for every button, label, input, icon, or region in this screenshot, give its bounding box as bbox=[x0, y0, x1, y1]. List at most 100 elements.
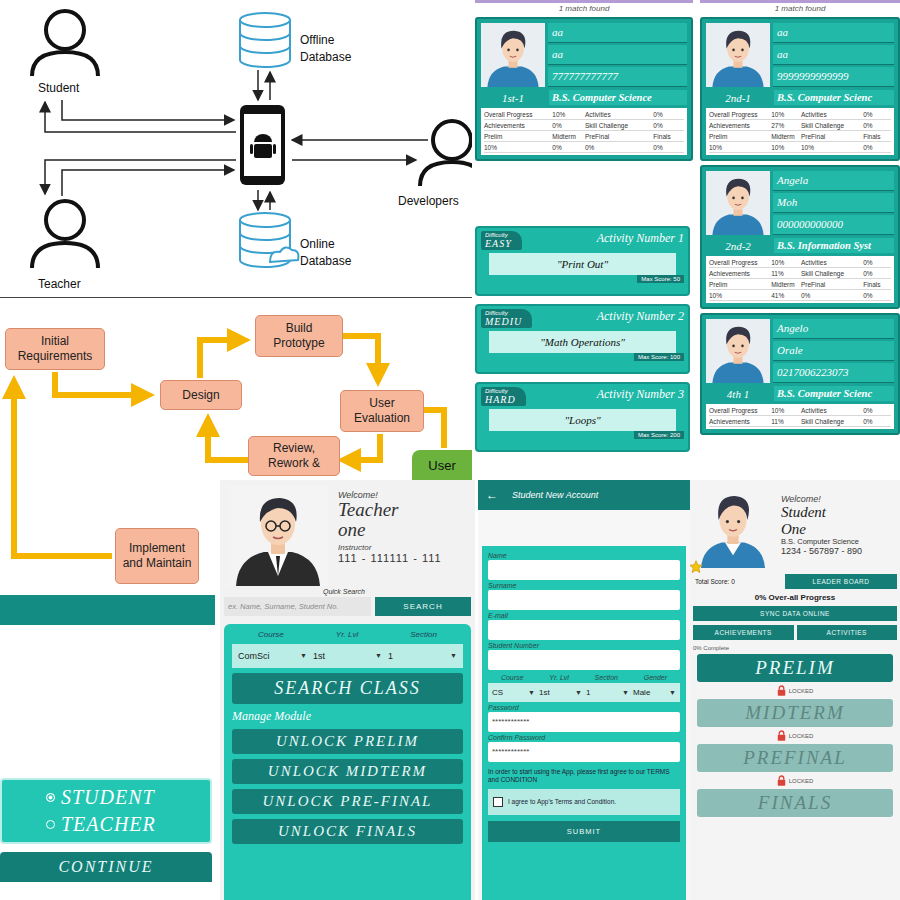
dropdown[interactable]: 1st▼ bbox=[539, 688, 582, 697]
field-label: Section bbox=[595, 674, 618, 681]
student-section: 2nd-1 bbox=[706, 92, 770, 104]
search-class-button[interactable]: SEARCH CLASS bbox=[232, 673, 463, 704]
field-label: Student Number bbox=[488, 642, 680, 649]
text-field[interactable] bbox=[488, 590, 680, 610]
submit-button[interactable]: SUBMIT bbox=[488, 821, 680, 842]
unlock-button[interactable]: UNLOCK PRELIM bbox=[232, 729, 463, 754]
agree-checkbox-row[interactable]: I agree to App's Terms and Condition. bbox=[488, 789, 680, 815]
student-id: 1234 - 567897 - 890 bbox=[781, 546, 862, 556]
teacher-first-name: Teacher bbox=[338, 500, 442, 520]
field-label: Password bbox=[488, 704, 680, 711]
unlock-button[interactable]: UNLOCK FINALS bbox=[232, 819, 463, 844]
activity-name: "Math Operations" bbox=[489, 331, 676, 353]
stat-row: 10%41%0%0% bbox=[709, 291, 891, 301]
account-form: NameSurnameE-mailStudent NumberCourseYr.… bbox=[482, 546, 686, 900]
role-radio[interactable]: STUDENT bbox=[46, 786, 166, 809]
radio-icon[interactable] bbox=[46, 793, 55, 802]
field-label: Gender bbox=[644, 674, 667, 681]
back-button[interactable]: ← bbox=[486, 488, 498, 502]
field-label: Name bbox=[488, 552, 680, 559]
student-name: Angelo bbox=[773, 319, 894, 339]
student-avatar-icon bbox=[693, 488, 773, 568]
field-label: E-mail bbox=[488, 612, 680, 619]
teacher-role: Instructor bbox=[338, 543, 442, 552]
student-number: 9999999999999 bbox=[773, 67, 894, 87]
dropdown[interactable]: CS▼ bbox=[492, 688, 535, 697]
password-field[interactable]: ************ bbox=[488, 712, 680, 732]
role-radio[interactable]: TEACHER bbox=[46, 813, 166, 836]
architecture-diagram: StudentTeacherDevelopersOffline Database… bbox=[0, 0, 472, 298]
activity-name: "Print Out" bbox=[489, 253, 676, 275]
lock-icon bbox=[777, 730, 786, 741]
field-label: Surname bbox=[488, 582, 680, 589]
activity-title: Activity Number 3 bbox=[532, 387, 684, 402]
teacher-last-name: one bbox=[338, 520, 442, 540]
student-number: 0217006223073 bbox=[773, 363, 894, 383]
module-button[interactable]: PRELIM bbox=[697, 654, 893, 682]
student-card[interactable]: aaaa99999999999992nd-1B.S. Computer Scie… bbox=[700, 17, 900, 161]
activity-card[interactable]: DifficultyEASYActivity Number 1"Print Ou… bbox=[475, 226, 690, 296]
activity-title: Activity Number 1 bbox=[528, 231, 684, 246]
checkbox[interactable] bbox=[493, 797, 503, 807]
manage-module-label: Manage Module bbox=[232, 709, 463, 724]
stat-row: 10%0%0%0% bbox=[484, 143, 684, 153]
module-button: PREFINAL bbox=[697, 744, 893, 772]
stat-row: Overall Progress10%Activities0% bbox=[484, 110, 684, 120]
text-field[interactable] bbox=[488, 560, 680, 580]
activity-card[interactable]: DifficultyMEDIUActivity Number 2"Math Op… bbox=[475, 304, 690, 374]
student-card[interactable]: AngelaMoh0000000000002nd-2B.S. Informati… bbox=[700, 165, 900, 309]
module-button: FINALS bbox=[697, 789, 893, 817]
architecture-arrows bbox=[0, 0, 472, 298]
filter-dropdown[interactable]: ComSci▼ bbox=[238, 651, 307, 661]
student-number: 000000000000 bbox=[773, 215, 894, 235]
student-surname: aa bbox=[548, 45, 687, 65]
student-stats: Overall Progress10%Activities0%Achieveme… bbox=[481, 108, 687, 155]
student-surname: Moh bbox=[773, 193, 894, 213]
activity-name: "Loops" bbox=[489, 409, 676, 431]
text-field[interactable] bbox=[488, 620, 680, 640]
stat-row: Achievements27%Skill Challenge0% bbox=[709, 121, 891, 131]
student-surname: aa bbox=[773, 45, 894, 65]
offline-database-icon bbox=[240, 13, 290, 67]
dropdown[interactable]: 1▼ bbox=[586, 688, 629, 697]
teacher-home-screen: Welcome!TeacheroneInstructor111 - 111111… bbox=[220, 480, 475, 900]
search-result-panel: 1 match foundaaaa7777777777771st-1B.S. C… bbox=[475, 0, 693, 222]
stat-row: Overall Progress10%Activities0% bbox=[709, 406, 891, 416]
nav-button[interactable]: ACHIEVEMENTS bbox=[693, 625, 794, 640]
unlock-button[interactable]: UNLOCK PRE-FINAL bbox=[232, 789, 463, 814]
stat-row: 10%10%10%0% bbox=[709, 143, 891, 153]
password-field[interactable]: ************ bbox=[488, 742, 680, 762]
text-field[interactable] bbox=[488, 650, 680, 670]
teacher-label: Teacher bbox=[38, 276, 81, 293]
field-label: Yr. Lvl bbox=[549, 674, 569, 681]
student-course: B.S. Computer Scienc bbox=[774, 90, 894, 105]
search-input[interactable]: ex. Name, Surname, Student No. bbox=[224, 597, 371, 616]
activity-card[interactable]: DifficultyHARDActivity Number 3"Loops"Ma… bbox=[475, 382, 690, 452]
developers-label: Developers bbox=[398, 193, 459, 210]
search-button[interactable]: SEARCH bbox=[375, 597, 471, 616]
dropdown[interactable]: Male▼ bbox=[633, 688, 676, 697]
total-score: Total Score: 0 bbox=[693, 578, 735, 585]
filter-dropdown[interactable]: 1▼ bbox=[388, 651, 457, 661]
filter-dropdown[interactable]: 1st▼ bbox=[313, 651, 382, 661]
teacher-avatar-icon bbox=[226, 486, 330, 586]
stat-row: PrelimMidtermPreFinalFinals bbox=[484, 132, 684, 142]
max-score: Max Score: 100 bbox=[634, 353, 684, 361]
student-first-name: Student bbox=[781, 504, 862, 521]
student-stats: Overall Progress10%Activities0%Achieveme… bbox=[706, 256, 894, 303]
radio-icon[interactable] bbox=[46, 820, 55, 829]
screen-title: Student New Account bbox=[512, 490, 598, 500]
user-box: User bbox=[412, 450, 472, 480]
student-card[interactable]: aaaa7777777777771st-1B.S. Computer Scien… bbox=[475, 17, 693, 161]
continue-button[interactable]: CONTINUE bbox=[0, 852, 212, 882]
unlock-button[interactable]: UNLOCK MIDTERM bbox=[232, 759, 463, 784]
overall-progress: 0% Over-all Progress bbox=[693, 593, 897, 602]
sync-button[interactable]: SYNC DATA ONLINE bbox=[693, 606, 897, 621]
process-step: User Evaluation bbox=[340, 390, 424, 432]
activity-title: Activity Number 2 bbox=[538, 309, 684, 324]
leaderboard-button[interactable]: LEADER BOARD bbox=[785, 574, 897, 589]
student-card[interactable]: AngeloOrale02170062230734th 1B.S. Comput… bbox=[700, 313, 900, 435]
nav-button[interactable]: ACTIVITIES bbox=[797, 625, 898, 640]
module-button: MIDTERM bbox=[697, 699, 893, 727]
terms-text: In order to start using the App, please … bbox=[488, 768, 680, 785]
